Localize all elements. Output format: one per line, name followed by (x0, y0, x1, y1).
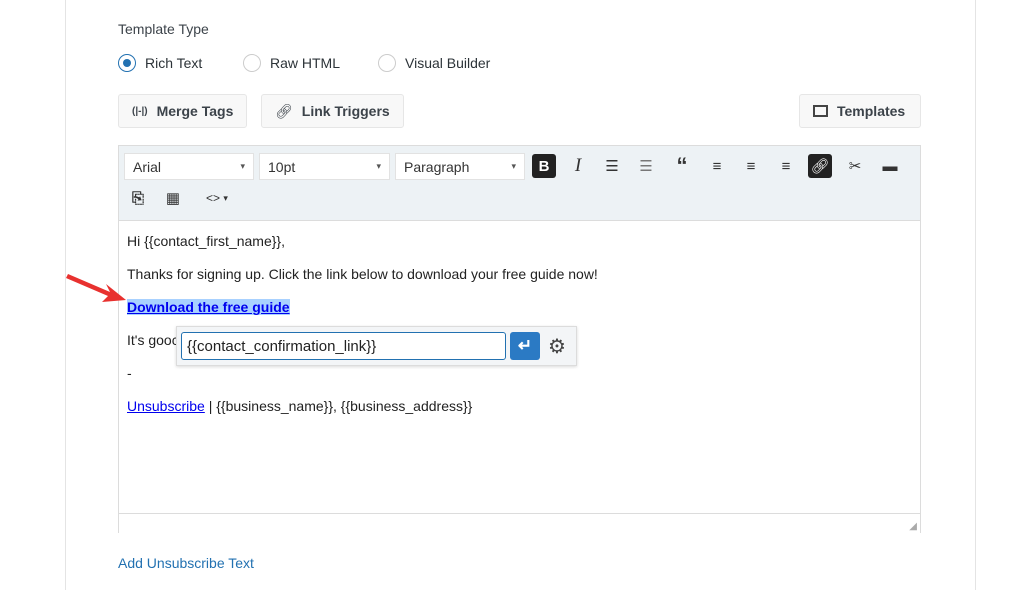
editor-toolbar: Arial ▾ 10pt ▾ Paragraph ▾ B I ☰ ☰ “ ≡ ≡ ≡ … (119, 146, 920, 221)
footer-text: | {{business_name}}, {{business_address}… (204, 398, 473, 414)
editor-statusbar: ◢ (119, 513, 920, 533)
numbered-list-icon[interactable]: ☰ (634, 154, 658, 178)
unsubscribe-link[interactable]: Unsubscribe (127, 398, 205, 414)
font-family-select[interactable]: Arial ▾ (124, 153, 254, 180)
select-value: 10pt (268, 159, 296, 175)
enter-icon: ↵ (517, 336, 533, 355)
link-triggers-button[interactable]: 🔗︎ Link Triggers (261, 94, 404, 128)
bold-icon[interactable]: B (532, 154, 556, 178)
gear-icon[interactable]: ⚙ (548, 334, 566, 359)
bullet-list-icon[interactable]: ☰ (600, 154, 624, 178)
chevron-down-icon: ▾ (511, 161, 516, 171)
unlink-icon[interactable]: ✂ (843, 154, 867, 178)
link-icon: 🔗︎ (275, 102, 293, 119)
chevron-down-icon: ▾ (376, 161, 381, 171)
radio-raw-html[interactable]: Raw HTML (243, 54, 340, 72)
align-center-icon[interactable]: ≡ (739, 154, 763, 178)
select-value: Paragraph (404, 159, 470, 175)
select-value: Arial (133, 159, 162, 175)
radio-visual-builder[interactable]: Visual Builder (378, 54, 490, 72)
template-type-label: Template Type (118, 21, 209, 37)
editor-content[interactable]: Hi {{contact_first_name}}, Thanks for si… (119, 221, 920, 513)
merge-tags-button[interactable]: (|-|) Merge Tags (118, 94, 248, 128)
separator-text: - (127, 365, 132, 381)
merge-tags-icon: (|-|) (132, 105, 148, 117)
radio-checked-icon (118, 54, 136, 72)
code-icon: <> (206, 191, 221, 205)
greeting-text: Hi {{contact_first_name}}, (127, 233, 285, 249)
button-label: Templates (837, 103, 906, 119)
red-arrow-annotation (66, 274, 126, 302)
panel-border-right (975, 0, 976, 590)
radio-label: Raw HTML (270, 55, 341, 71)
chevron-down-icon: ▾ (240, 161, 245, 171)
source-code-icon[interactable]: <> ▾ (197, 186, 237, 210)
keyboard-icon[interactable]: ▦ (161, 186, 185, 210)
link-popup: ↵ ⚙ (176, 326, 577, 366)
apply-link-button[interactable]: ↵ (510, 332, 540, 360)
blockquote-icon[interactable]: “ (670, 153, 694, 178)
font-size-select[interactable]: 10pt ▾ (259, 153, 390, 180)
horizontal-rule-icon[interactable]: ▬ (878, 154, 902, 178)
insert-link-icon[interactable]: 🔗︎ (808, 154, 832, 178)
chevron-down-icon: ▾ (223, 192, 228, 203)
selected-link[interactable]: Download the free guide (127, 299, 290, 315)
button-label: Link Triggers (301, 103, 390, 119)
radio-unchecked-icon (378, 54, 396, 72)
radio-label: Visual Builder (405, 55, 491, 71)
body-text: Thanks for signing up. Click the link be… (127, 266, 598, 282)
button-label: Merge Tags (156, 103, 234, 119)
templates-icon (813, 105, 828, 117)
link-url-input[interactable] (181, 332, 506, 360)
radio-unchecked-icon (243, 54, 261, 72)
format-select[interactable]: Paragraph ▾ (395, 153, 525, 180)
paste-text-icon[interactable]: ⎘ (126, 186, 150, 210)
radio-label: Rich Text (145, 55, 203, 71)
italic-icon[interactable]: I (566, 154, 590, 178)
add-unsubscribe-text-link[interactable]: Add Unsubscribe Text (118, 555, 254, 571)
align-left-icon[interactable]: ≡ (705, 154, 729, 178)
templates-button[interactable]: Templates (799, 94, 921, 128)
resize-handle-icon[interactable]: ◢ (909, 521, 917, 532)
align-right-icon[interactable]: ≡ (774, 154, 798, 178)
radio-rich-text[interactable]: Rich Text (118, 54, 202, 72)
